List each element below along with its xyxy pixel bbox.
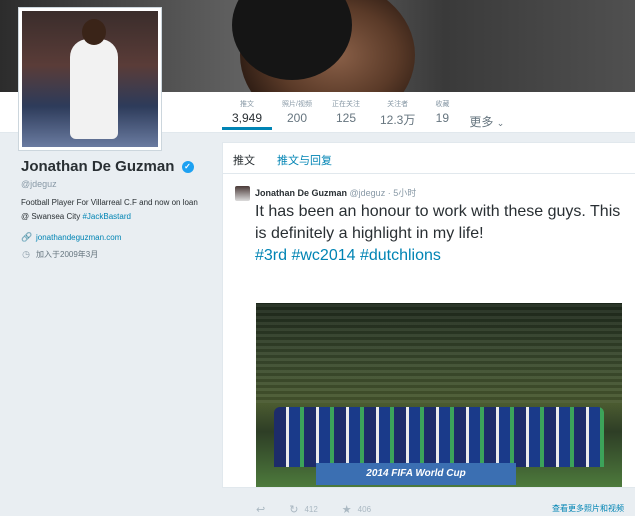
star-icon[interactable]: ★: [342, 503, 352, 516]
more-label: 更多: [469, 115, 494, 129]
profile-name-text: Jonathan De Guzman: [21, 158, 175, 175]
bio-hashtag-link[interactable]: #JackBastard: [82, 212, 130, 221]
stat-label: 照片/视频: [282, 101, 312, 108]
stat-value: 19: [435, 111, 450, 125]
stat-photos-videos[interactable]: 照片/视频 200: [272, 96, 322, 130]
tweet-time[interactable]: · 5小时: [388, 188, 417, 198]
tweet-photo[interactable]: 2014 FIFA World Cup: [256, 303, 622, 487]
timeline-tabs: 推文 推文与回复: [223, 143, 635, 174]
verified-badge-icon: ✓: [181, 161, 194, 174]
tweet-actions: ↩ ↻ 412 ★ 406: [256, 503, 377, 516]
tweet-body: It has been an honour to work with these…: [255, 203, 621, 242]
retweet-icon[interactable]: ↻: [289, 503, 298, 516]
tweet-handle[interactable]: @jdeguz: [350, 188, 386, 198]
retweet-count: 412: [304, 505, 318, 514]
profile-stats: 推文 3,949 照片/视频 200 正在关注 125 关注者 12.3万 收藏…: [222, 96, 504, 130]
profile-name[interactable]: Jonathan De Guzman ✓: [21, 158, 194, 175]
calendar-icon: ◷: [22, 249, 30, 259]
photo-team: [274, 407, 604, 467]
avatar-photo: [22, 11, 158, 147]
stat-value: 200: [286, 111, 308, 125]
stat-value: 12.3万: [379, 113, 416, 127]
profile-joined-date: 加入于2009年3月: [36, 250, 99, 259]
stat-value: 3,949: [232, 111, 263, 125]
link-icon: 🔗: [21, 232, 33, 242]
profile-website-row: 🔗 jonathandeguzman.com: [21, 232, 121, 243]
stat-tweets[interactable]: 推文 3,949: [222, 96, 273, 130]
timeline: 推文 推文与回复 Jonathan De Guzman @jdeguz · 5小…: [222, 142, 635, 516]
avatar-photo-body: [70, 39, 118, 139]
photo-stands: [256, 303, 622, 403]
profile-bio: Football Player For Villarreal C.F and n…: [21, 196, 201, 224]
tweet-text: It has been an honour to work with these…: [255, 201, 625, 267]
more-dropdown[interactable]: 更多 ⌄: [469, 113, 504, 130]
stat-following[interactable]: 正在关注 125: [322, 96, 370, 130]
stat-label: 关注者: [387, 101, 409, 108]
profile-website-link[interactable]: jonathandeguzman.com: [36, 233, 121, 242]
tweet-header: Jonathan De Guzman @jdeguz · 5小时: [255, 186, 416, 199]
stat-favorites[interactable]: 收藏 19: [425, 96, 459, 130]
view-more-photos-link[interactable]: 查看更多照片和视频: [552, 503, 624, 514]
tweet-hashtags[interactable]: #3rd #wc2014 #dutchlions: [255, 247, 441, 264]
stat-label: 正在关注: [331, 101, 360, 108]
favorite-count: 406: [357, 505, 372, 514]
profile-avatar[interactable]: [19, 8, 161, 150]
photo-world-cup-banner: 2014 FIFA World Cup: [316, 463, 516, 485]
stat-followers[interactable]: 关注者 12.3万: [370, 96, 425, 130]
profile-joined-row: ◷ 加入于2009年3月: [21, 249, 98, 260]
tweet-author[interactable]: Jonathan De Guzman: [255, 188, 347, 198]
reply-icon[interactable]: ↩: [256, 503, 265, 516]
stat-label: 推文: [240, 101, 255, 108]
tab-tweets[interactable]: 推文: [223, 143, 267, 173]
tweet-avatar[interactable]: [235, 186, 250, 201]
tab-tweets-and-replies[interactable]: 推文与回复: [267, 143, 344, 173]
profile-handle: @jdeguz: [21, 179, 57, 189]
chevron-down-icon: ⌄: [496, 118, 505, 128]
avatar-photo-head: [82, 19, 106, 45]
stat-value: 125: [335, 111, 356, 125]
stat-label: 收藏: [435, 101, 450, 108]
